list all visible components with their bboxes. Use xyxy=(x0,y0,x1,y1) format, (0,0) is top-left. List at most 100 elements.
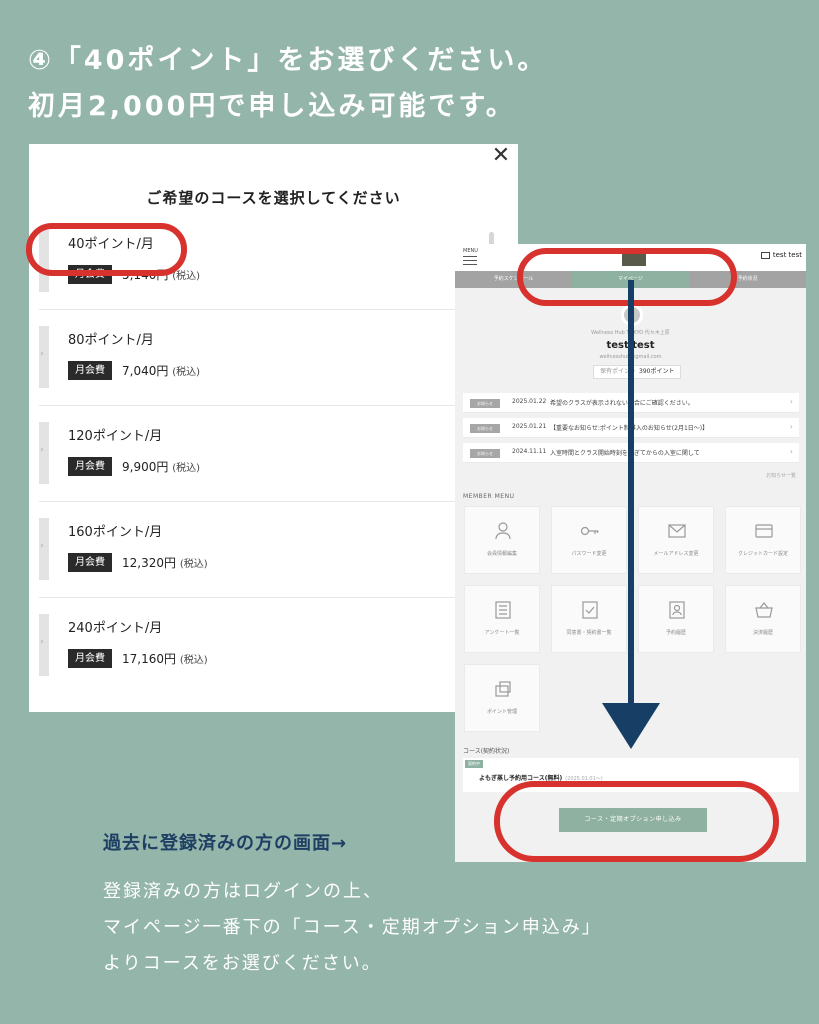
tax-label: (税込) xyxy=(172,463,200,474)
agreement-icon xyxy=(580,600,600,620)
caption-line: マイページ一番下の「コース・定期オプション申込み」 xyxy=(103,917,602,938)
tile-label: アンケート一覧 xyxy=(484,630,520,636)
notice-date: 2025.01.21 xyxy=(512,423,547,430)
course-price: 17,160円 (税込) xyxy=(122,650,208,667)
course-name: 240ポイント/月 xyxy=(68,621,163,636)
notice-item[interactable]: お知らせ 2025.01.22 希望のクラスが表示されない場合にご確認ください。… xyxy=(463,393,799,413)
tile-credit-card[interactable]: クレジットカード設定 xyxy=(725,506,801,574)
tile-email[interactable]: メールアドレス変更 xyxy=(638,506,714,574)
tile-label: メールアドレス変更 xyxy=(653,551,699,557)
notice-date: 2024.11.11 xyxy=(512,448,547,455)
course-price: 7,040円 (税込) xyxy=(122,362,200,379)
price-value: 12,320円 xyxy=(122,556,176,570)
course-section-label: コース(契約状況) xyxy=(463,748,510,755)
current-course-card: 契約中 よもぎ蒸し予約用コース(無料) (2025.01.01〜) xyxy=(463,758,799,792)
notice-tag: お知らせ xyxy=(470,399,500,408)
logo-image xyxy=(622,254,646,266)
course-name: 40ポイント/月 xyxy=(68,237,154,252)
course-apply-button[interactable]: コース・定期オプション申し込み xyxy=(559,808,707,832)
user-label: test test xyxy=(772,251,802,259)
course-option-120[interactable]: › 120ポイント/月 月会費 9,900円 (税込) xyxy=(39,406,509,502)
course-rail xyxy=(39,230,49,292)
mail-icon xyxy=(667,521,687,541)
history-icon xyxy=(667,600,687,620)
tax-label: (税込) xyxy=(179,655,208,666)
course-name-text: よもぎ蒸し予約用コース(無料) xyxy=(479,775,563,782)
tile-label: クレジットカード設定 xyxy=(737,551,788,557)
instruction-heading: ④「40ポイント」をお選びください。 初月2,000円で申し込み可能です。 xyxy=(28,38,808,130)
user-menu[interactable]: test test xyxy=(760,251,802,259)
user-icon xyxy=(493,521,513,541)
notice-text: 入室時間とクラス開始時刻を過ぎてからの入室に関して xyxy=(550,450,700,457)
credit-card-icon xyxy=(754,521,774,541)
tile-payment-history[interactable]: 決済履歴 xyxy=(725,585,801,653)
basket-icon xyxy=(754,600,774,620)
user-name: test test xyxy=(606,340,655,351)
notice-item[interactable]: お知らせ 2025.01.21 【重要なお知らせ:ポイント制導入のお知らせ(2月… xyxy=(463,418,799,438)
price-value: 5,140円 xyxy=(122,268,169,282)
studio-name: Wellness Hub TOKYO 代々木上原 xyxy=(591,330,670,336)
close-icon[interactable]: ✕ xyxy=(490,144,512,168)
course-name: 80ポイント/月 xyxy=(68,333,154,348)
course-price: 12,320円 (税込) xyxy=(122,554,208,571)
user-email: wellnesshub@gmail.com xyxy=(599,354,662,360)
course-date: (2025.01.01〜) xyxy=(565,776,603,782)
course-option-80[interactable]: › 80ポイント/月 月会費 7,040円 (税込) xyxy=(39,310,509,406)
heading-line-2: 初月2,000円で申し込み可能です。 xyxy=(28,91,516,122)
heading-line-1: ④「40ポイント」をお選びください。 xyxy=(28,45,548,76)
contract-badge: 契約中 xyxy=(465,760,483,768)
key-icon xyxy=(580,521,600,541)
points-icon xyxy=(493,679,513,699)
avatar xyxy=(621,304,643,326)
chevron-right-icon: › xyxy=(789,447,793,456)
tile-label: ポイント管理 xyxy=(486,709,517,715)
notices-more-link[interactable]: お知らせ一覧 xyxy=(766,472,796,479)
fee-badge: 月会費 xyxy=(68,649,112,668)
tile-points[interactable]: ポイント管理 xyxy=(464,664,540,732)
price-value: 7,040円 xyxy=(122,364,169,378)
notice-item[interactable]: お知らせ 2024.11.11 入室時間とクラス開始時刻を過ぎてからの入室に関し… xyxy=(463,443,799,463)
notice-text: 【重要なお知らせ:ポイント制導入のお知らせ(2月1日〜)】 xyxy=(550,425,709,432)
tax-label: (税込) xyxy=(172,271,200,282)
tab-mypage[interactable]: マイページ xyxy=(572,271,689,288)
mypage-screen: MENU test test 予約スケジュール マイページ 予約状況 Welln… xyxy=(455,244,806,862)
tax-label: (税込) xyxy=(179,559,208,570)
tab-reservations[interactable]: 予約状況 xyxy=(689,271,806,288)
caption-body: 登録済みの方はログインの上、 マイページ一番下の「コース・定期オプション申込み」… xyxy=(103,874,803,982)
tile-agreements[interactable]: 同意書・契約書一覧 xyxy=(551,585,627,653)
caption-title: 過去に登録済みの方の画面→ xyxy=(103,833,348,854)
caption-line: 登録済みの方はログインの上、 xyxy=(103,881,383,902)
course-option-160[interactable]: › 160ポイント/月 月会費 12,320円 (税込) xyxy=(39,502,509,598)
course-option-240[interactable]: › 240ポイント/月 月会費 17,160円 (税込) xyxy=(39,598,509,694)
chevron-right-icon: › xyxy=(40,445,44,455)
tab-schedule[interactable]: 予約スケジュール xyxy=(455,271,572,288)
chevron-right-icon: › xyxy=(40,541,44,551)
points-label: 保有ポイント xyxy=(600,368,637,375)
tile-profile-edit[interactable]: 会員情報編集 xyxy=(464,506,540,574)
points-value: 390ポイント xyxy=(639,368,675,375)
course-price: 5,140円 (税込) xyxy=(122,266,200,283)
notice-text: 希望のクラスが表示されない場合にご確認ください。 xyxy=(550,400,694,407)
tile-label: 予約履歴 xyxy=(665,630,686,636)
price-value: 17,160円 xyxy=(122,652,176,666)
tile-reservation-history[interactable]: 予約履歴 xyxy=(638,585,714,653)
tile-survey[interactable]: アンケート一覧 xyxy=(464,585,540,653)
member-menu-label: MEMBER MENU xyxy=(463,493,515,500)
chevron-right-icon: › xyxy=(40,637,44,647)
main-tabs: 予約スケジュール マイページ 予約状況 xyxy=(455,271,806,288)
hamburger-menu-icon[interactable] xyxy=(463,256,477,268)
course-option-40[interactable]: 40ポイント/月 月会費 5,140円 (税込) xyxy=(39,214,509,310)
tile-label: パスワード変更 xyxy=(571,551,607,557)
chevron-right-icon: › xyxy=(789,422,793,431)
course-name: よもぎ蒸し予約用コース(無料) (2025.01.01〜) xyxy=(479,773,603,782)
user-icon xyxy=(760,251,770,259)
modal-title: ご希望のコースを選択してください xyxy=(146,189,401,207)
tile-label: 決済履歴 xyxy=(752,630,773,636)
course-select-modal: ✕ ご希望のコースを選択してください 40ポイント/月 月会費 5,140円 (… xyxy=(29,144,518,712)
course-name: 160ポイント/月 xyxy=(68,525,163,540)
fee-badge: 月会費 xyxy=(68,553,112,572)
survey-icon xyxy=(493,600,513,620)
chevron-right-icon: › xyxy=(40,349,44,359)
tax-label: (税込) xyxy=(172,367,200,378)
tile-password[interactable]: パスワード変更 xyxy=(551,506,627,574)
